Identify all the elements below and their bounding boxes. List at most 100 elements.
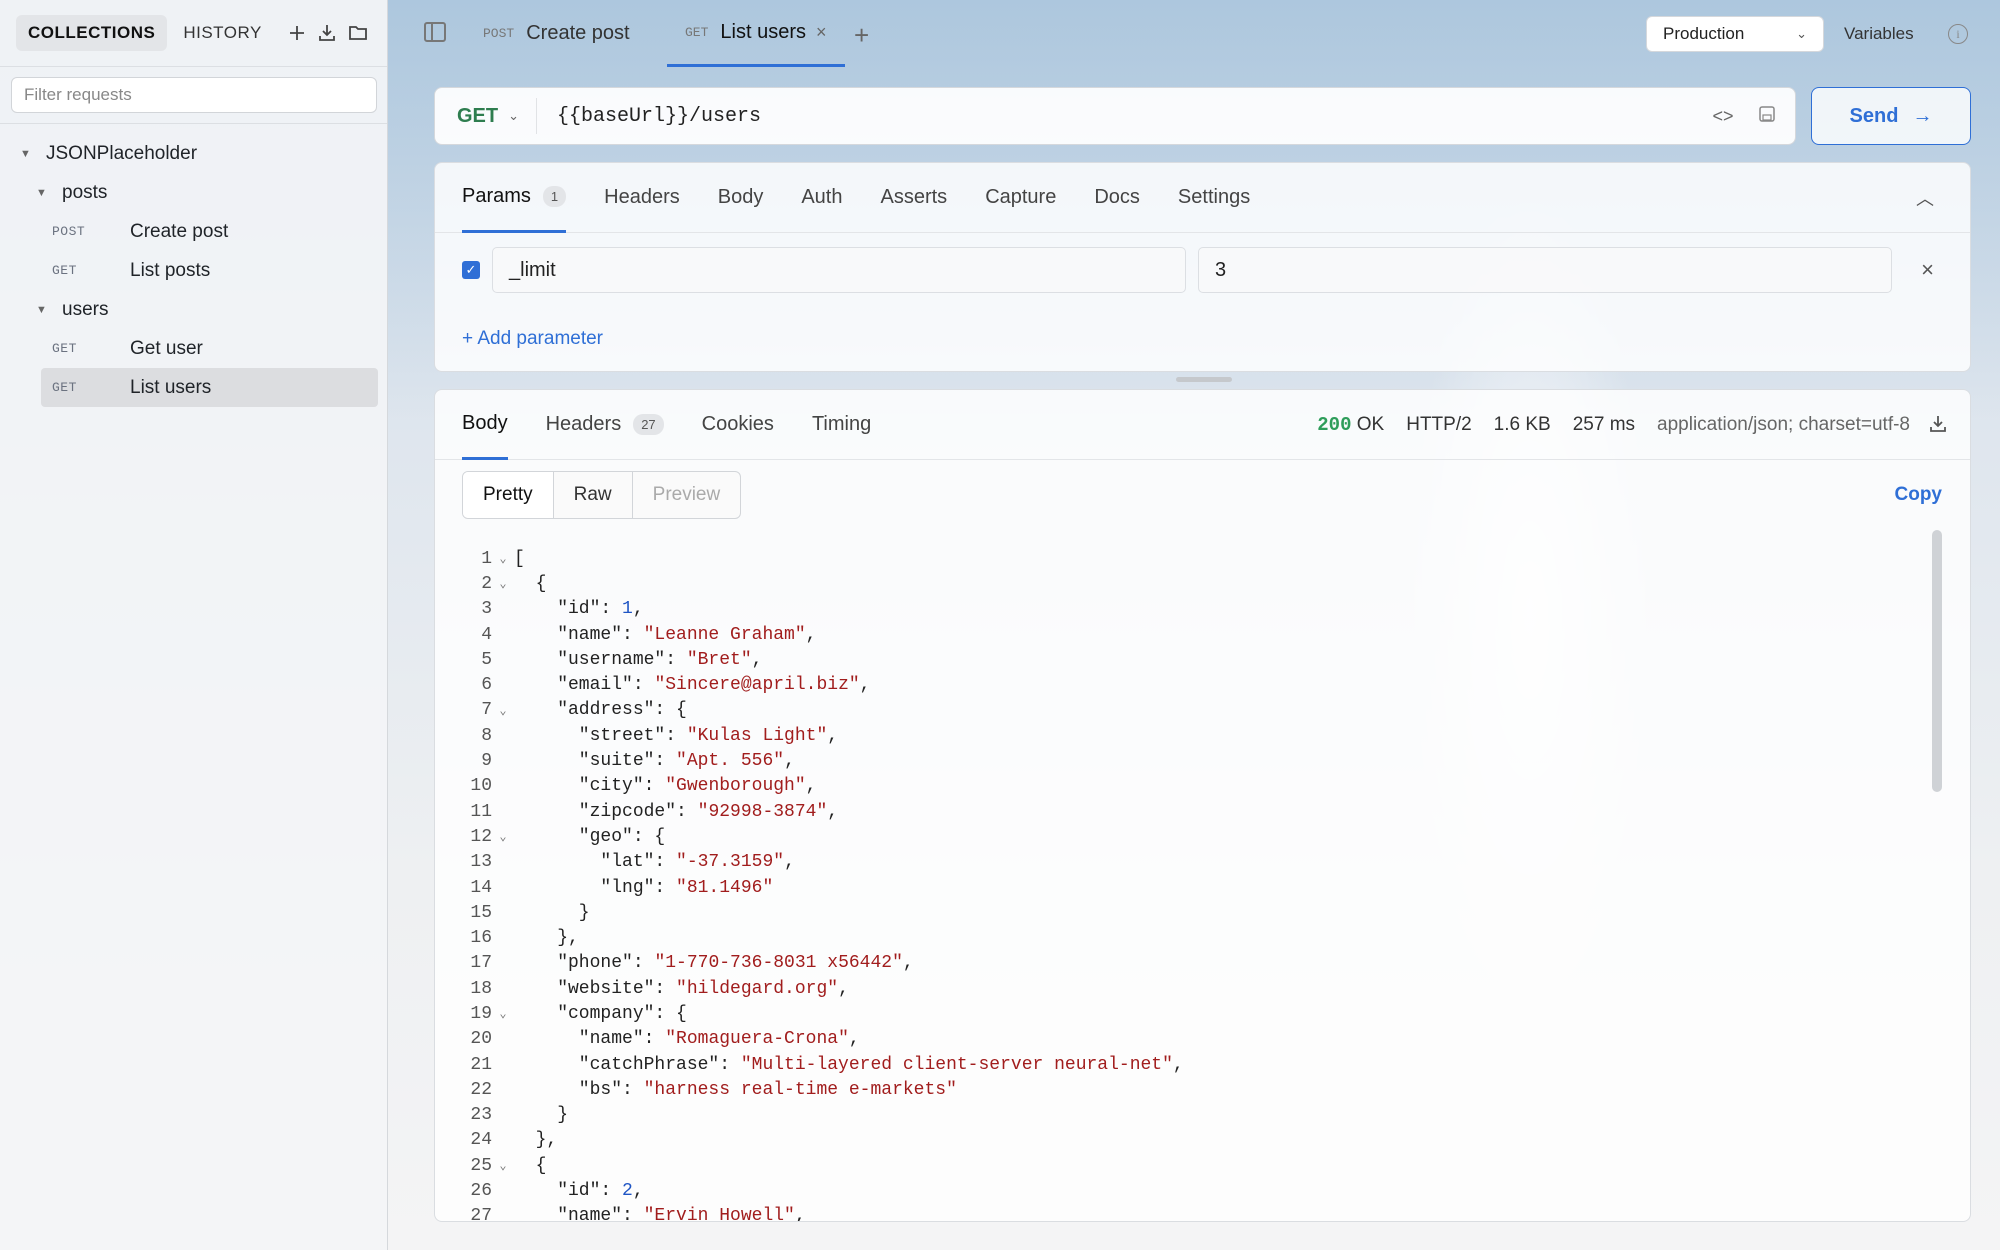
- environment-select[interactable]: Production ⌄: [1646, 16, 1824, 52]
- filter-requests-input[interactable]: Filter requests: [11, 77, 377, 113]
- code-line: 9 "suite": "Apt. 556",: [462, 748, 1184, 773]
- tab-capture[interactable]: Capture: [985, 163, 1056, 233]
- tab-auth[interactable]: Auth: [801, 163, 842, 233]
- tab-label: List users: [720, 20, 806, 43]
- request-create-post[interactable]: POST Create post: [0, 212, 387, 251]
- line-number: 11: [470, 801, 492, 822]
- url-bar: GET ⌄ {{baseUrl}}/users <>: [434, 87, 1796, 145]
- add-parameter-button[interactable]: + Add parameter: [462, 328, 603, 350]
- code-icon[interactable]: <>: [1701, 106, 1745, 127]
- code-value: "81.1496": [676, 877, 774, 898]
- param-key-input[interactable]: _limit: [492, 247, 1186, 293]
- tab-asserts[interactable]: Asserts: [881, 163, 948, 233]
- code-line: 7 ⌄ "address": {: [462, 698, 1184, 723]
- tab-cookies[interactable]: Cookies: [702, 390, 774, 460]
- request-list-posts[interactable]: GET List posts: [0, 251, 387, 290]
- variables-button[interactable]: Variables: [1844, 24, 1914, 44]
- tab-docs[interactable]: Docs: [1094, 163, 1140, 233]
- code-value: 2: [622, 1181, 633, 1202]
- line-number: 17: [470, 953, 492, 974]
- line-number: 22: [470, 1079, 492, 1100]
- line-number: 19: [470, 1003, 492, 1024]
- view-preview[interactable]: Preview: [633, 472, 741, 518]
- save-icon[interactable]: [1745, 105, 1789, 128]
- sidebar-toggle-icon[interactable]: [424, 22, 446, 42]
- folder-posts[interactable]: ▼ posts: [0, 173, 387, 212]
- add-icon[interactable]: [284, 15, 310, 51]
- param-value-input[interactable]: 3: [1198, 247, 1892, 293]
- code-line: 13 "lat": "-37.3159",: [462, 850, 1184, 875]
- code-line: 8 "street": "Kulas Light",: [462, 723, 1184, 748]
- folder-users[interactable]: ▼ users: [0, 290, 387, 329]
- url-input[interactable]: {{baseUrl}}/users: [537, 105, 1701, 128]
- close-icon[interactable]: ×: [816, 22, 827, 43]
- status-text: OK: [1356, 414, 1385, 435]
- caret-down-icon: ▼: [36, 186, 47, 199]
- line-number: 16: [470, 928, 492, 949]
- params-count-badge: 1: [542, 185, 567, 207]
- code-value: "harness real-time e-markets": [643, 1079, 957, 1100]
- code-line: 1 ⌄[: [462, 546, 1184, 571]
- tab-response-headers[interactable]: Headers 27: [546, 390, 664, 460]
- send-button[interactable]: Send →: [1811, 87, 1971, 145]
- collection-jsonplaceholder[interactable]: ▼ JSONPlaceholder: [0, 134, 387, 173]
- fold-chevron-icon[interactable]: ⌄: [492, 1158, 514, 1173]
- param-enabled-checkbox[interactable]: ✓: [462, 261, 480, 279]
- folder-name: posts: [62, 181, 108, 203]
- code-value: "Romaguera-Crona": [665, 1029, 849, 1050]
- fold-chevron-icon[interactable]: ⌄: [492, 551, 514, 566]
- request-get-user[interactable]: GET Get user: [0, 329, 387, 368]
- param-row: ✓ _limit 3 ×: [462, 247, 1970, 293]
- tab-response-body[interactable]: Body: [462, 390, 508, 460]
- code-text: "name":: [514, 624, 644, 645]
- tab-list-users[interactable]: GET List users ×: [667, 0, 845, 67]
- new-tab-icon[interactable]: +: [854, 20, 869, 51]
- fold-chevron-icon[interactable]: ⌄: [492, 576, 514, 591]
- code-punct: ,: [902, 953, 914, 974]
- copy-button[interactable]: Copy: [1895, 484, 1943, 506]
- method-select[interactable]: GET ⌄: [435, 98, 537, 134]
- code-text: [: [514, 548, 525, 569]
- folder-icon[interactable]: [345, 15, 371, 51]
- line-number: 27: [470, 1206, 492, 1222]
- resize-handle[interactable]: [1176, 377, 1232, 382]
- tab-timing[interactable]: Timing: [812, 390, 871, 460]
- tab-headers[interactable]: Headers: [604, 163, 680, 233]
- tab-params[interactable]: Params 1: [462, 163, 567, 233]
- code-punct: ,: [794, 1206, 806, 1222]
- code-value: "Apt. 556": [676, 751, 785, 772]
- code-punct: ,: [827, 725, 839, 746]
- code-line: 11 "zipcode": "92998-3874",: [462, 799, 1184, 824]
- chevron-down-icon: ⌄: [1796, 26, 1807, 41]
- response-size: 1.6 KB: [1493, 414, 1551, 435]
- view-pretty[interactable]: Pretty: [463, 472, 554, 518]
- fold-chevron-icon[interactable]: ⌄: [492, 703, 514, 718]
- fold-chevron-icon[interactable]: ⌄: [492, 829, 514, 844]
- request-list-users[interactable]: GET List users: [41, 368, 378, 407]
- line-number: 12: [470, 826, 492, 847]
- headers-count-badge: 27: [633, 414, 664, 435]
- import-icon[interactable]: [314, 15, 340, 51]
- fold-chevron-icon[interactable]: ⌄: [492, 1006, 514, 1021]
- code-line: 16 },: [462, 925, 1184, 950]
- tab-label: Create post: [526, 22, 630, 44]
- code-punct: ,: [632, 599, 644, 620]
- view-raw[interactable]: Raw: [554, 472, 633, 518]
- chevron-up-icon[interactable]: ︿: [1916, 185, 1934, 211]
- remove-param-icon[interactable]: ×: [1921, 257, 1934, 283]
- collection-name: JSONPlaceholder: [46, 142, 198, 164]
- info-icon[interactable]: i: [1948, 24, 1968, 44]
- code-punct: ,: [632, 1181, 644, 1202]
- tab-body[interactable]: Body: [718, 163, 764, 233]
- tab-collections[interactable]: COLLECTIONS: [16, 15, 168, 51]
- code-line: 6 "email": "Sincere@april.biz",: [462, 672, 1184, 697]
- request-name: Create post: [130, 220, 229, 242]
- line-number: 14: [470, 877, 492, 898]
- tab-settings[interactable]: Settings: [1178, 163, 1250, 233]
- tab-history[interactable]: HISTORY: [171, 15, 273, 51]
- scrollbar[interactable]: [1932, 530, 1942, 792]
- tab-create-post[interactable]: POST Create post: [483, 0, 630, 67]
- code-value: "Ervin Howell": [643, 1206, 795, 1222]
- line-number: 15: [470, 902, 492, 923]
- download-icon[interactable]: [1928, 414, 1948, 439]
